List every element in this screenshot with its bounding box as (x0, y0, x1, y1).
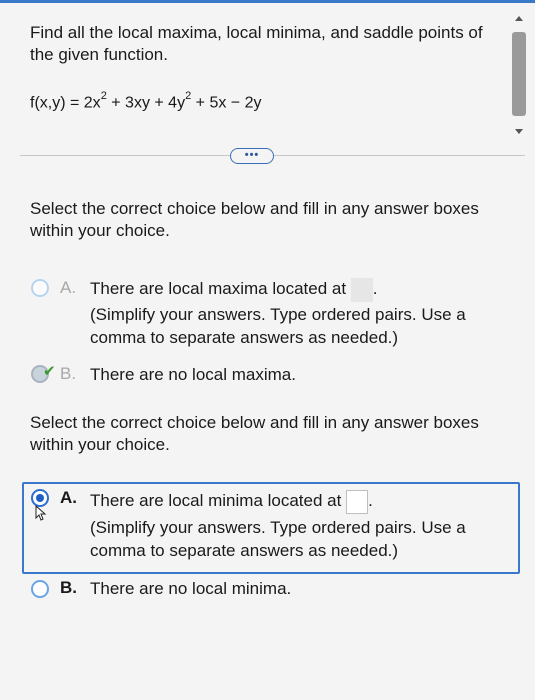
part1-choice-b-text[interactable]: There are no local maxima. (90, 363, 296, 386)
scroll-down-arrow-icon[interactable] (515, 129, 523, 134)
part2-choice-b-radio[interactable] (31, 580, 49, 598)
mouse-cursor-icon (35, 505, 47, 521)
top-accent-bar (0, 0, 535, 3)
expand-more-button[interactable]: ••• (230, 148, 274, 164)
part2-choice-a-hint: (Simplify your answers. Type ordered pai… (90, 518, 466, 560)
formula-middle: + 3xy + 4y (106, 94, 186, 112)
part1-choice-a-letter: A. (60, 278, 77, 297)
part1-choice-a-hint: (Simplify your answers. Type ordered pai… (90, 305, 466, 347)
part2-choice-b-text[interactable]: There are no local minima. (90, 577, 291, 600)
formula-exponent-1: 2 (100, 90, 107, 102)
scroll-thumb[interactable] (512, 32, 526, 116)
part2-answer-box[interactable] (346, 489, 369, 514)
part2-choice-a-text: There are local minima located at (90, 491, 342, 510)
function-formula: f(x,y) = 2x2 + 3xy + 4y2 + 5x − 2y (30, 90, 262, 112)
part2-choice-b-letter: B. (60, 578, 77, 597)
part1-choice-b-letter: B. (60, 364, 77, 383)
part1-instruction: Select the correct choice below and fill… (30, 199, 479, 240)
correct-check-icon: ✔ (43, 363, 56, 380)
part1-choice-a[interactable]: There are local maxima located at . (90, 277, 510, 302)
part2-choice-a-letter: A. (60, 488, 77, 507)
formula-rhs: + 5x − 2y (191, 94, 262, 112)
formula-lhs: f(x,y) = 2x (30, 94, 101, 112)
scroll-up-arrow-icon[interactable] (515, 16, 523, 21)
part1-choice-a-text: There are local maxima located at (90, 279, 347, 298)
part2-instruction: Select the correct choice below and fill… (30, 413, 479, 454)
part1-choice-a-radio[interactable] (31, 279, 49, 297)
question-scrollbar[interactable] (512, 16, 526, 134)
question-prompt: Find all the local maxima, local minima,… (30, 23, 483, 64)
part2-choice-a[interactable]: There are local minima located at . (90, 489, 510, 514)
formula-exponent-2: 2 (185, 90, 192, 102)
part1-answer-box[interactable] (350, 277, 373, 302)
